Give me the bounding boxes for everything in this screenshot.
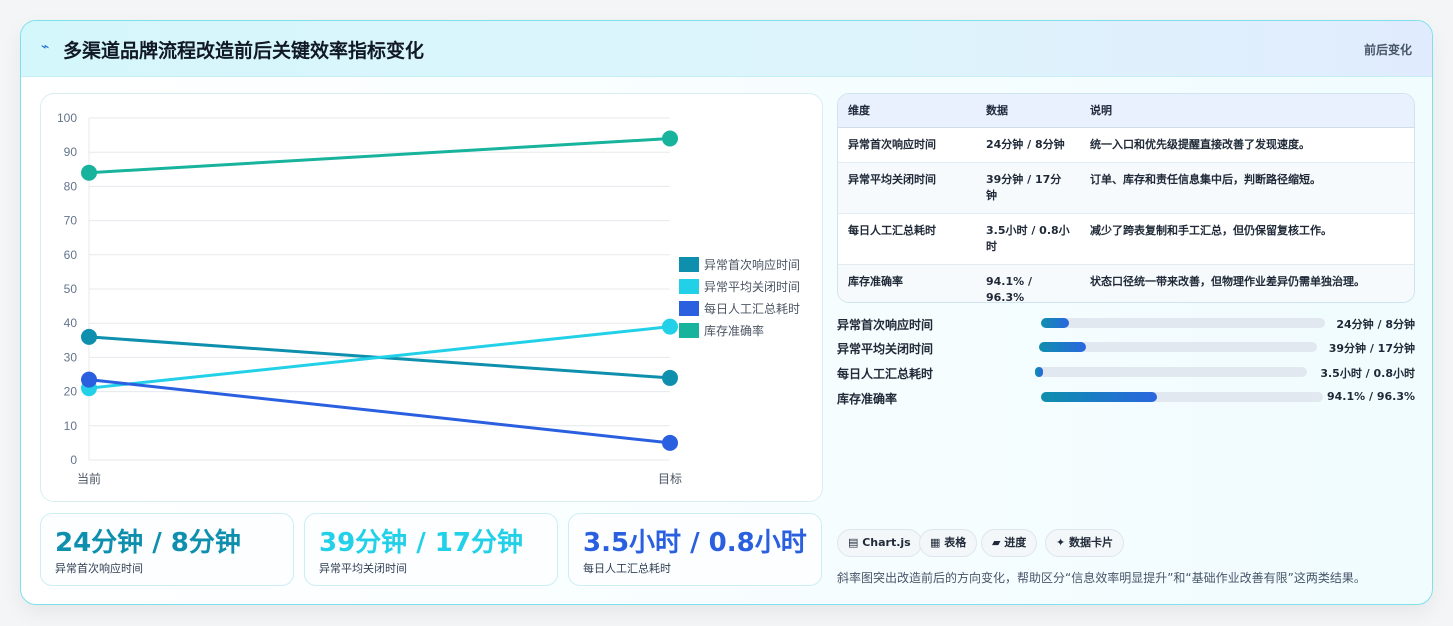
progress-row-response: 异常首次响应时间 24分钟 / 8分钟 (837, 314, 1415, 334)
chip-data-card[interactable]: ✦ 数据卡片 (1045, 529, 1125, 557)
stat-label: 每日人工汇总耗时 (583, 562, 671, 575)
y-tick-label: 100 (57, 111, 77, 125)
x-tick-label: 当前 (77, 471, 101, 486)
legend-label: 每日人工汇总耗时 (704, 301, 800, 316)
data-point (81, 328, 97, 345)
progress-value: 39分钟 / 17分钟 (1328, 342, 1415, 355)
column-header: 维度 (838, 94, 976, 128)
table-cell: 订单、库存和责任信息集中后，判断路径缩短。 (1080, 162, 1414, 214)
data-point (662, 130, 678, 147)
legend-swatch (679, 257, 699, 272)
chip-table[interactable]: ▦ 表格 (919, 529, 978, 557)
slope-chart-svg: 0 10 20 30 40 50 60 70 80 90 100 当前 目标 异常首次响应时间异常平均关闭… (57, 111, 800, 486)
progress-track (1041, 392, 1323, 402)
slope-chart: 0 10 20 30 40 50 60 70 80 90 100 当前 目标 异常首次响应时间 异常平均关闭… (40, 93, 823, 502)
table-cell: 状态口径统一带来改善，但物理作业差异仍需单独治理。 (1080, 264, 1414, 302)
column-header: 说明 (1080, 94, 1414, 128)
progress-track (1039, 342, 1317, 352)
x-tick-label: 目标 (658, 472, 682, 486)
progress-label: 库存准确率 (837, 392, 898, 406)
progress-fill (1039, 342, 1087, 352)
progress-fill (1041, 392, 1157, 402)
table-row: 异常首次响应时间 24分钟 / 8分钟 统一入口和优先级提醒直接改善了发现速度。 (838, 127, 1414, 163)
y-tick-label: 80 (64, 179, 78, 193)
table-cell: 94.1% / 96.3% (976, 264, 1080, 302)
data-point (81, 371, 97, 388)
y-tick-label: 70 (64, 214, 78, 228)
footnote: 斜率图突出改造前后的方向变化，帮助区分“信息效率明显提升”和“基础作业改善有限”… (837, 571, 1366, 585)
table-cell: 每日人工汇总耗时 (838, 213, 976, 265)
stat-value: 39分钟 / 17分钟 (319, 528, 523, 558)
progress-row-inventory: 库存准确率 94.1% / 96.3% (837, 388, 1415, 408)
data-point (662, 369, 678, 386)
stat-value: 24分钟 / 8分钟 (55, 528, 241, 558)
table-cell: 3.5小时 / 0.8小时 (976, 213, 1080, 265)
y-tick-label: 10 (64, 419, 78, 433)
progress-value: 94.1% / 96.3% (1327, 390, 1415, 403)
y-tick-label: 30 (64, 350, 78, 364)
table-row: 异常平均关闭时间 39分钟 / 17分钟 订单、库存和责任信息集中后，判断路径缩… (838, 162, 1414, 214)
column-header: 数据 (976, 94, 1080, 128)
progress-row-summary: 每日人工汇总耗时 3.5小时 / 0.8小时 (837, 363, 1415, 383)
table-row: 每日人工汇总耗时 3.5小时 / 0.8小时 减少了跨表复制和手工汇总，但仍保留… (838, 213, 1414, 265)
lightning-icon: ⌁ (41, 39, 50, 55)
y-tick-label: 20 (64, 385, 78, 399)
legend-swatch (679, 279, 699, 294)
data-point (662, 318, 678, 335)
table-header-row: 维度 数据 说明 (838, 94, 1414, 128)
y-tick-label: 40 (64, 316, 78, 330)
chip-chartjs[interactable]: ▤ Chart.js (837, 529, 922, 557)
progress-value: 3.5小时 / 0.8小时 (1320, 367, 1415, 380)
dashboard-card: ⌁ 多渠道品牌流程改造前后关键效率指标变化 前后变化 0 10 20 30 40 50 60… (20, 20, 1433, 605)
progress-fill (1035, 367, 1044, 377)
progress-value: 24分钟 / 8分钟 (1336, 318, 1415, 331)
table-cell: 减少了跨表复制和手工汇总，但仍保留复核工作。 (1080, 213, 1414, 265)
table-cell: 统一入口和优先级提醒直接改善了发现速度。 (1080, 127, 1414, 163)
stat-value: 3.5小时 / 0.8小时 (583, 528, 807, 558)
card-header: ⌁ 多渠道品牌流程改造前后关键效率指标变化 前后变化 (21, 21, 1432, 77)
table-cell: 异常首次响应时间 (838, 127, 976, 163)
legend-label: 异常平均关闭时间 (704, 280, 800, 294)
chip-progress[interactable]: ▰ 进度 (981, 529, 1038, 557)
progress-label: 每日人工汇总耗时 (837, 367, 934, 381)
progress-row-close: 异常平均关闭时间 39分钟 / 17分钟 (837, 338, 1415, 358)
legend-swatch (679, 323, 699, 338)
stat-card-close: 39分钟 / 17分钟 异常平均关闭时间 (304, 513, 558, 586)
legend-label: 库存准确率 (704, 323, 764, 338)
data-table: 维度 数据 说明 异常首次响应时间 24分钟 / 8分钟 统一入口和优先级提醒直… (837, 93, 1415, 303)
progress-track (1041, 318, 1325, 328)
header-tag: 前后变化 (1363, 43, 1412, 57)
table-cell: 异常平均关闭时间 (838, 162, 976, 214)
legend-label: 异常首次响应时间 (704, 257, 800, 272)
y-tick-label: 50 (64, 282, 78, 296)
progress-label: 异常平均关闭时间 (837, 342, 934, 356)
y-tick-label: 90 (64, 145, 78, 159)
stat-card-summary: 3.5小时 / 0.8小时 每日人工汇总耗时 (568, 513, 822, 586)
progress-fill (1041, 318, 1070, 328)
stat-card-response: 24分钟 / 8分钟 异常首次响应时间 (40, 513, 294, 586)
series-line-3 (88, 378, 671, 445)
legend-swatch (679, 301, 699, 316)
y-tick-label: 60 (64, 248, 78, 262)
table-cell: 39分钟 / 17分钟 (976, 162, 1080, 214)
series-line-4 (88, 137, 671, 175)
page-title: 多渠道品牌流程改造前后关键效率指标变化 (63, 40, 425, 62)
stat-label: 异常平均关闭时间 (319, 562, 407, 575)
stat-label: 异常首次响应时间 (55, 562, 143, 575)
progress-track (1035, 367, 1307, 377)
progress-label: 异常首次响应时间 (837, 318, 934, 332)
table-cell: 24分钟 / 8分钟 (976, 127, 1080, 163)
data-point (662, 434, 678, 451)
table-cell: 库存准确率 (838, 264, 976, 302)
table-row: 库存准确率 94.1% / 96.3% 状态口径统一带来改善，但物理作业差异仍需… (838, 264, 1414, 302)
y-tick-label: 0 (70, 453, 77, 467)
data-point (81, 164, 97, 181)
